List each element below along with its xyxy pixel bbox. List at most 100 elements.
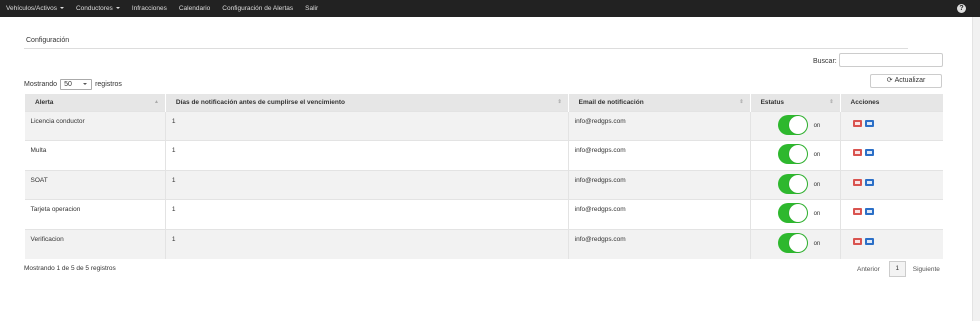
pagination: Anterior 1 Siguiente [857, 261, 940, 277]
col-alerta[interactable]: Alerta ▲ [24, 94, 166, 111]
col-dias[interactable]: Días de notificación antes de cumplirse … [164, 94, 569, 111]
envelope-icon[interactable] [864, 178, 874, 186]
cell-alerta: Licencia conductor [24, 110, 166, 141]
cell-acciones [839, 169, 943, 200]
calendar-delete-icon[interactable] [852, 178, 862, 186]
nav-conductores[interactable]: Conductores [70, 0, 126, 17]
pagination-next[interactable]: Siguiente [913, 266, 940, 273]
cell-dias: 1 [164, 169, 569, 200]
calendar-delete-icon[interactable] [852, 149, 862, 156]
length-prefix: Mostrando [24, 81, 58, 88]
cell-dias: 1 [164, 110, 569, 141]
status-toggle[interactable] [777, 173, 808, 194]
cell-email: info@redgps.com [567, 228, 751, 259]
pagination-prev[interactable]: Anterior [857, 266, 880, 273]
cell-dias: 1 [164, 199, 569, 229]
nav-salir[interactable]: Salir [299, 0, 324, 17]
length-select[interactable]: 50 [60, 79, 93, 90]
cell-email: info@redgps.com [567, 199, 751, 229]
question-circle-icon[interactable]: ? [957, 4, 966, 13]
sort-icon: ⇕ [739, 99, 744, 105]
table-info: Mostrando 1 de 5 de 5 registros [24, 265, 116, 272]
title-divider [24, 48, 908, 49]
status-toggle[interactable] [777, 203, 808, 223]
search-input[interactable] [839, 53, 943, 67]
cell-acciones [839, 199, 943, 229]
toggle-knob [788, 115, 807, 134]
envelope-icon[interactable] [864, 208, 874, 215]
cell-estatus: on [749, 199, 841, 229]
sort-icon: ⇕ [829, 99, 834, 105]
col-alerta-label: Alerta [35, 98, 54, 106]
cell-estatus: on [749, 228, 841, 259]
nav-conductores-label: Conductores [75, 5, 113, 12]
chevron-down-icon [115, 7, 120, 10]
col-dias-label: Días de notificación antes de cumplirse … [175, 98, 345, 106]
alerts-table: Alerta ▲ Días de notificación antes de cu… [24, 94, 943, 259]
cell-acciones [839, 110, 943, 141]
nav-infracciones[interactable]: Infracciones [126, 0, 173, 17]
calendar-delete-icon[interactable] [852, 237, 862, 245]
sort-icon: ⇕ [557, 99, 562, 105]
toggle-label: on [813, 152, 821, 158]
toggle-label: on [813, 122, 821, 129]
toggle-label: on [813, 240, 821, 247]
refresh-button[interactable]: ⟳ Actualizar [870, 74, 942, 88]
col-email[interactable]: Email de notificación ⇕ [567, 94, 751, 111]
cell-alerta: Tarjeta operacion [24, 199, 166, 229]
cell-acciones [839, 228, 943, 259]
calendar-delete-icon[interactable] [852, 119, 862, 127]
refresh-icon: ⟳ [886, 77, 893, 84]
length-control: Mostrando 50 registros [24, 79, 122, 90]
nav-configuracion-alertas[interactable]: Configuración de Alertas [216, 0, 299, 17]
cell-alerta: Multa [24, 140, 166, 170]
page-scrollbar[interactable] [972, 17, 980, 321]
cell-dias: 1 [164, 140, 569, 170]
cell-dias: 1 [164, 228, 569, 259]
envelope-icon[interactable] [864, 119, 874, 127]
status-toggle[interactable] [777, 114, 808, 135]
cell-email: info@redgps.com [567, 110, 751, 141]
nav-vehiculos[interactable]: Vehículos/Activos [0, 0, 70, 17]
cell-estatus: on [749, 169, 841, 200]
cell-alerta: SOAT [24, 169, 166, 200]
calendar-delete-icon[interactable] [852, 208, 862, 215]
top-navbar: Vehículos/Activos Conductores Infraccion… [0, 0, 980, 17]
col-acciones: Acciones [839, 94, 943, 111]
toggle-label: on [813, 211, 821, 217]
search-label: Buscar: [813, 58, 837, 65]
col-estatus[interactable]: Estatus ⇕ [749, 94, 841, 111]
nav-vehiculos-label: Vehículos/Activos [6, 5, 57, 12]
toggle-knob [788, 204, 807, 222]
nav-calendario[interactable]: Calendario [173, 0, 216, 17]
toggle-knob [788, 233, 807, 252]
col-email-label: Email de notificación [578, 98, 644, 106]
chevron-down-icon [83, 83, 88, 85]
cell-acciones [839, 140, 943, 170]
table-header-row: Alerta ▲ Días de notificación antes de cu… [24, 94, 943, 111]
status-toggle[interactable] [777, 144, 808, 164]
col-acciones-label: Acciones [850, 98, 880, 106]
toggle-knob [788, 174, 807, 193]
cell-email: info@redgps.com [567, 140, 751, 170]
table-row: Multa 1 info@redgps.com on [24, 140, 943, 170]
sort-asc-icon: ▲ [153, 99, 159, 105]
chevron-down-icon [59, 7, 64, 10]
envelope-icon[interactable] [864, 149, 874, 156]
toggle-label: on [813, 181, 821, 188]
refresh-label: Actualizar [894, 77, 926, 84]
length-suffix: registros [95, 81, 122, 88]
cell-email: info@redgps.com [567, 169, 751, 200]
table-row: Verificacion 1 info@redgps.com on [24, 228, 943, 259]
pagination-page[interactable]: 1 [888, 261, 906, 277]
table-row: Licencia conductor 1 info@redgps.com on [24, 110, 943, 141]
envelope-icon[interactable] [864, 237, 874, 245]
length-value: 50 [64, 81, 72, 88]
table-row: SOAT 1 info@redgps.com on [24, 169, 943, 200]
page-title: Configuración [26, 37, 70, 44]
status-toggle[interactable] [777, 232, 808, 253]
cell-estatus: on [749, 110, 841, 141]
cell-alerta: Verificacion [24, 228, 166, 259]
table-row: Tarjeta operacion 1 info@redgps.com on [24, 199, 943, 229]
col-estatus-label: Estatus [760, 98, 785, 106]
